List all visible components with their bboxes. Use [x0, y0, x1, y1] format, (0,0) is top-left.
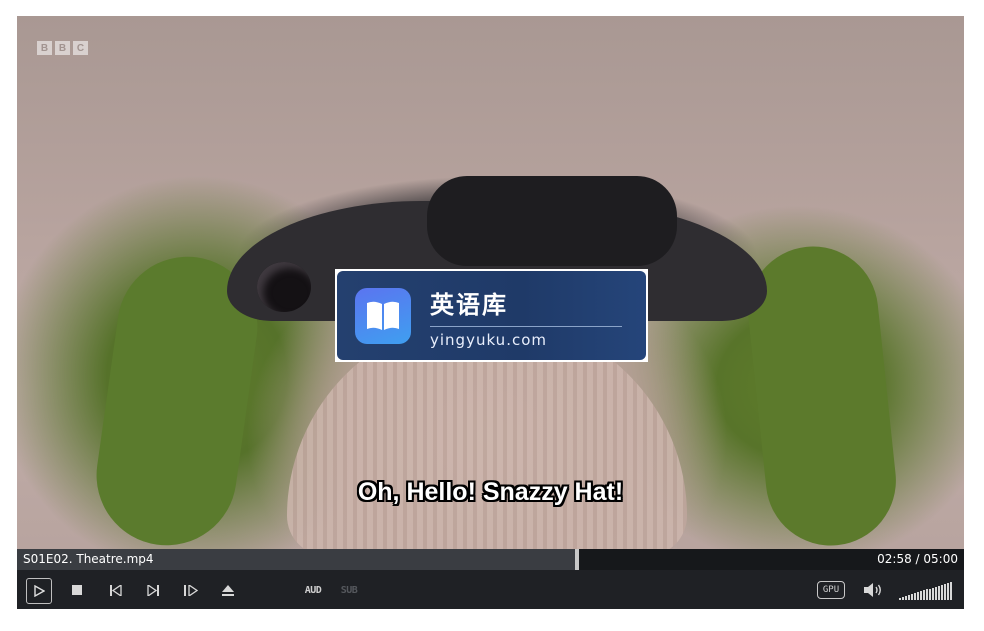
play-icon	[34, 585, 45, 597]
volume-slider[interactable]	[899, 581, 953, 600]
eject-button[interactable]	[220, 582, 236, 598]
logo-divider	[430, 326, 622, 327]
eject-icon	[222, 584, 234, 596]
play-button[interactable]	[26, 578, 52, 604]
previous-button[interactable]	[108, 582, 124, 598]
volume-bar-segment	[923, 590, 925, 600]
channel-watermark: B B C	[37, 41, 88, 55]
volume-bar-segment	[926, 589, 928, 600]
volume-bar-segment	[905, 596, 907, 600]
logo-domain-text: yingyuku.com	[430, 331, 547, 349]
speaker-icon	[864, 583, 881, 597]
frame-step-button[interactable]	[183, 582, 199, 598]
subtitle-track-button[interactable]: SUB	[337, 582, 361, 598]
frog-eye	[257, 262, 311, 312]
frame-step-icon	[184, 584, 198, 596]
media-player: B B C 英语库 yingyuku.com Oh, Hello! Snazzy…	[17, 16, 964, 609]
mute-button[interactable]	[862, 580, 884, 600]
logo-chinese-text: 英语库	[430, 291, 508, 319]
volume-bar-segment	[920, 591, 922, 600]
volume-bar-segment	[935, 586, 937, 600]
watermark-letter: C	[73, 41, 88, 55]
control-bar: AUD SUB GPU	[17, 570, 964, 609]
skip-previous-icon	[110, 584, 122, 596]
volume-bar-segment	[908, 595, 910, 600]
watermark-letter: B	[55, 41, 70, 55]
file-name: S01E02. Theatre.mp4	[23, 552, 154, 566]
volume-bar-segment	[902, 597, 904, 600]
seek-bar[interactable]: S01E02. Theatre.mp4 02:58 / 05:00	[17, 549, 964, 570]
volume-bar-segment	[938, 585, 940, 600]
book-icon	[355, 288, 411, 344]
video-frame[interactable]: B B C 英语库 yingyuku.com Oh, Hello! Snazzy…	[17, 16, 964, 549]
volume-bar-segment	[947, 582, 949, 600]
overlay-logo: 英语库 yingyuku.com	[335, 269, 648, 362]
volume-bar-segment	[950, 581, 952, 600]
audio-track-button[interactable]: AUD	[301, 582, 325, 598]
stop-icon	[72, 585, 82, 595]
volume-bar-segment	[944, 583, 946, 600]
time-display: 02:58 / 05:00	[877, 552, 958, 566]
skip-next-icon	[147, 584, 159, 596]
stop-button[interactable]	[69, 582, 85, 598]
volume-bar-segment	[917, 592, 919, 600]
subtitle-text: Oh, Hello! Snazzy Hat!	[357, 478, 624, 506]
watermark-letter: B	[37, 41, 52, 55]
volume-bar-segment	[932, 587, 934, 600]
volume-bar-segment	[911, 594, 913, 600]
gpu-button[interactable]: GPU	[817, 581, 845, 599]
volume-bar-segment	[899, 598, 901, 600]
volume-bar-segment	[929, 588, 931, 600]
next-button[interactable]	[145, 582, 161, 598]
logo-banner: 英语库 yingyuku.com	[337, 271, 646, 360]
volume-bar-segment	[941, 584, 943, 600]
volume-bar-segment	[914, 593, 916, 600]
hat-crown	[427, 176, 677, 266]
